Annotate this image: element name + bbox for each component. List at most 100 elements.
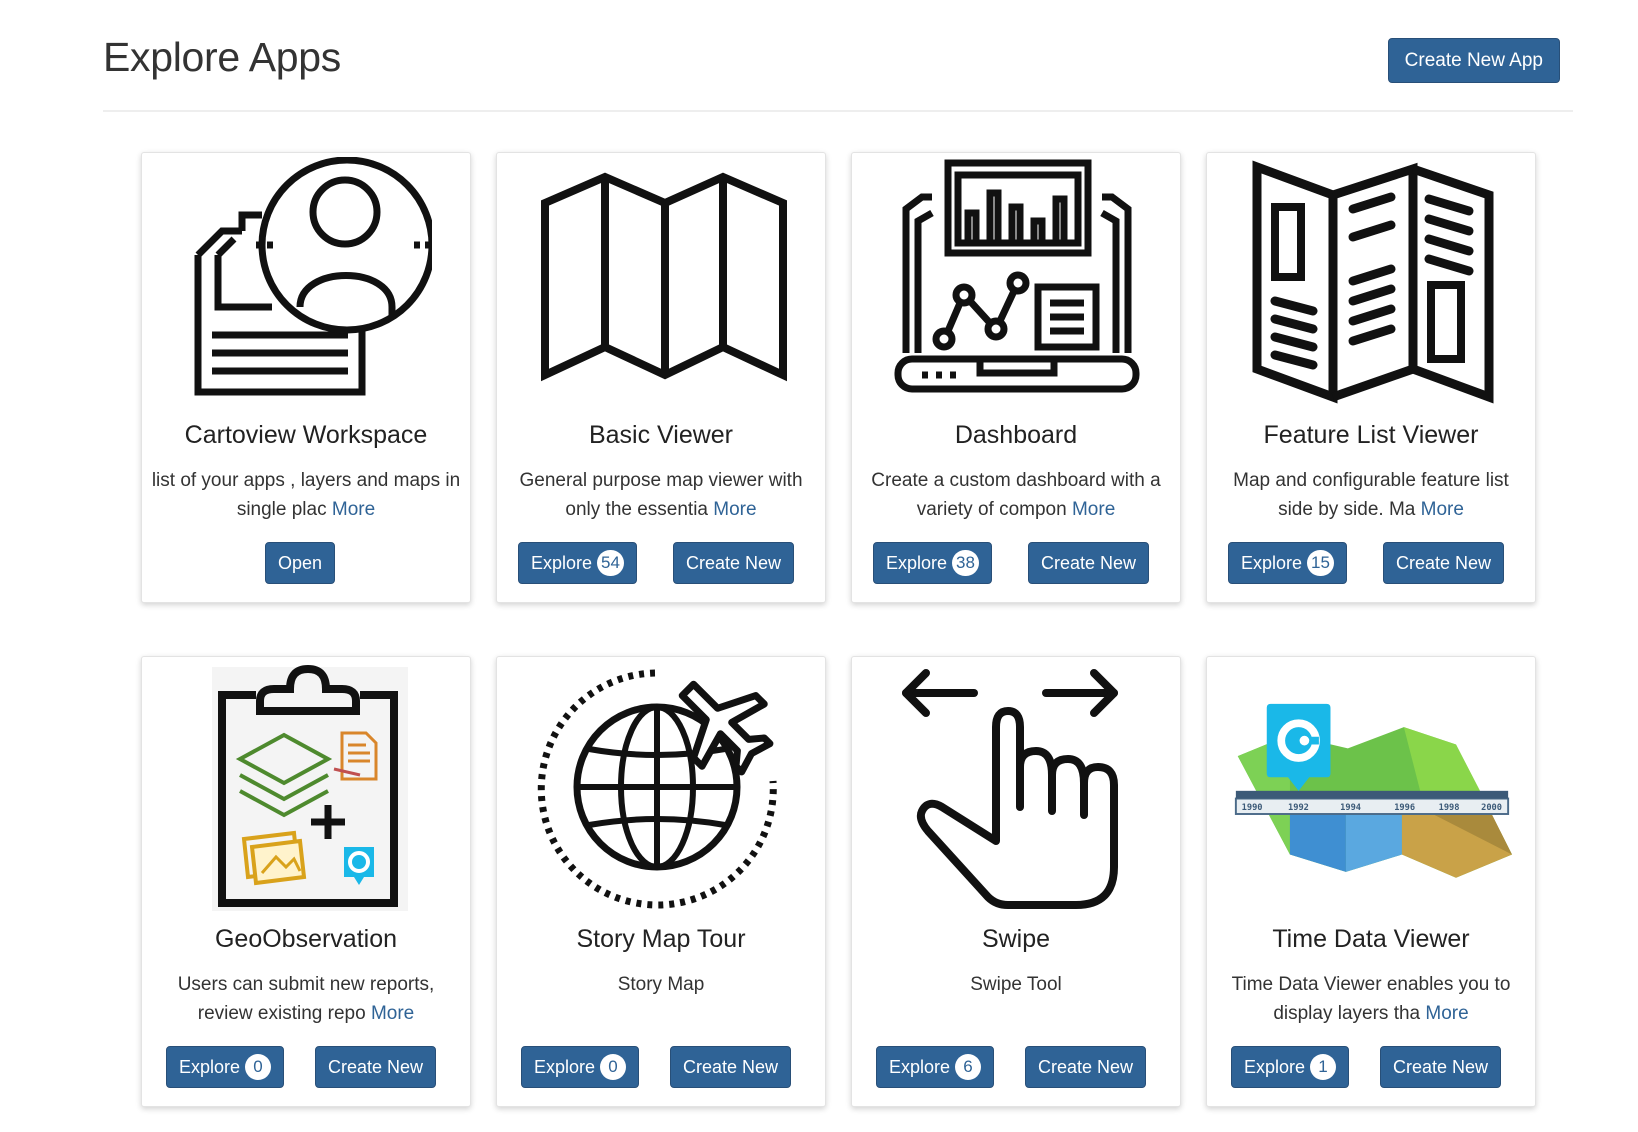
more-link[interactable]: More	[1072, 499, 1115, 520]
more-link[interactable]: More	[332, 499, 375, 520]
clipboard-observation-icon	[167, 661, 447, 911]
brochure-list-icon	[1232, 157, 1512, 407]
card-actions: Explore 38 Create New	[852, 542, 1180, 584]
app-description: Create a custom dashboard with a variety…	[860, 466, 1172, 524]
explore-button-label: Explore	[889, 1057, 951, 1077]
app-description: Map and configurable feature list side b…	[1215, 466, 1527, 524]
card-actions: Explore 15 Create New	[1207, 542, 1535, 584]
card-actions: Explore 6 Create New	[852, 1046, 1180, 1088]
create-new-button[interactable]: Create New	[1028, 542, 1150, 584]
app-description: Story Map	[505, 970, 817, 999]
explore-count-badge: 38	[952, 550, 979, 576]
create-new-button-label: Create New	[686, 553, 782, 573]
time-map-icon: 1990 1992 1994 1996 1998 2000	[1232, 661, 1512, 911]
app-title: Feature List Viewer	[1263, 421, 1479, 449]
app-description-text: General purpose map viewer with only the…	[519, 470, 803, 520]
timeline-year: 1990	[1242, 803, 1263, 813]
explore-button[interactable]: Explore 0	[521, 1046, 640, 1088]
create-new-button[interactable]: Create New	[1383, 542, 1505, 584]
create-new-button-label: Create New	[1396, 553, 1492, 573]
app-title: Dashboard	[954, 421, 1078, 449]
create-new-button-label: Create New	[328, 1057, 424, 1077]
app-card-dashboard: Dashboard Create a custom dashboard with…	[851, 152, 1181, 603]
explore-button[interactable]: Explore 54	[518, 542, 637, 584]
timeline-year: 2000	[1481, 803, 1502, 813]
explore-count-badge: 54	[597, 550, 624, 576]
explore-button[interactable]: Explore 38	[873, 542, 992, 584]
app-description-text: Story Map	[617, 974, 705, 995]
page-title: Explore Apps	[103, 34, 341, 80]
create-new-button-label: Create New	[1041, 553, 1137, 573]
app-description-text: list of your apps , layers and maps in s…	[151, 470, 461, 520]
app-card-basic-viewer: Basic Viewer General purpose map viewer …	[496, 152, 826, 603]
open-button[interactable]: Open	[265, 542, 336, 584]
create-new-app-button[interactable]: Create New App	[1387, 38, 1560, 83]
app-title: Time Data Viewer	[1272, 925, 1470, 953]
explore-count-badge: 15	[1307, 550, 1334, 576]
card-actions: Explore 0 Create New	[142, 1046, 470, 1088]
app-description: General purpose map viewer with only the…	[505, 466, 817, 524]
open-button-label: Open	[278, 553, 323, 573]
explore-button-label: Explore	[531, 553, 593, 573]
create-new-button-label: Create New	[1393, 1057, 1489, 1077]
explore-button[interactable]: Explore 0	[166, 1046, 285, 1088]
more-link[interactable]: More	[1421, 499, 1464, 520]
app-grid: Cartoview Workspace list of your apps , …	[141, 152, 1536, 1107]
more-link[interactable]: More	[1425, 1003, 1468, 1024]
timeline-year: 1994	[1340, 803, 1361, 813]
explore-button[interactable]: Explore 6	[876, 1046, 995, 1088]
swipe-hand-icon	[877, 661, 1157, 911]
card-actions: Explore 54 Create New	[497, 542, 825, 584]
create-new-button[interactable]: Create New	[670, 1046, 792, 1088]
card-actions: Explore 0 Create New	[497, 1046, 825, 1088]
app-description: Time Data Viewer enables you to display …	[1215, 970, 1527, 1028]
timeline-year: 1998	[1439, 803, 1460, 813]
timeline-year: 1996	[1394, 803, 1415, 813]
create-new-button[interactable]: Create New	[673, 542, 795, 584]
app-title: Swipe	[981, 925, 1051, 953]
folded-map-icon	[522, 157, 802, 407]
explore-apps-page: Explore Apps Create New App Cartoview Wo…	[0, 0, 1638, 1132]
create-new-button[interactable]: Create New	[1025, 1046, 1147, 1088]
app-description-text: Swipe Tool	[970, 974, 1062, 995]
create-new-button-label: Create New	[1038, 1057, 1134, 1077]
workspace-icon	[167, 157, 447, 407]
app-card-swipe: Swipe Swipe Tool Explore 6 Create New	[851, 656, 1181, 1107]
app-title: Story Map Tour	[576, 925, 746, 953]
globe-airplane-icon	[522, 661, 802, 911]
explore-button[interactable]: Explore 1	[1231, 1046, 1350, 1088]
app-card-geoobservation: GeoObservation Users can submit new repo…	[141, 656, 471, 1107]
app-description: Swipe Tool	[860, 970, 1172, 999]
explore-button-label: Explore	[179, 1057, 241, 1077]
create-new-button[interactable]: Create New	[315, 1046, 437, 1088]
card-actions: Open	[142, 542, 470, 584]
explore-count-badge: 6	[955, 1054, 982, 1080]
explore-count-badge: 0	[600, 1054, 627, 1080]
app-description-text: Create a custom dashboard with a variety…	[871, 470, 1161, 520]
app-description-text: Map and configurable feature list side b…	[1233, 470, 1509, 520]
app-title: Basic Viewer	[588, 421, 734, 449]
explore-button-label: Explore	[1241, 553, 1303, 573]
explore-button[interactable]: Explore 15	[1228, 542, 1347, 584]
app-title: GeoObservation	[214, 925, 398, 953]
app-description: Users can submit new reports, review exi…	[150, 970, 462, 1028]
app-card-cartoview-workspace: Cartoview Workspace list of your apps , …	[141, 152, 471, 603]
more-link[interactable]: More	[713, 499, 756, 520]
app-card-feature-list-viewer: Feature List Viewer Map and configurable…	[1206, 152, 1536, 603]
app-card-time-data-viewer: 1990 1992 1994 1996 1998 2000 Time Data …	[1206, 656, 1536, 1107]
explore-button-label: Explore	[886, 553, 948, 573]
page-header: Explore Apps Create New App	[103, 30, 1573, 112]
card-actions: Explore 1 Create New	[1207, 1046, 1535, 1088]
timeline-year: 1992	[1288, 803, 1309, 813]
app-card-story-map-tour: Story Map Tour Story Map Explore 0 Creat…	[496, 656, 826, 1107]
app-title: Cartoview Workspace	[184, 421, 428, 449]
create-new-button-label: Create New	[683, 1057, 779, 1077]
explore-count-badge: 0	[245, 1054, 272, 1080]
more-link[interactable]: More	[371, 1003, 414, 1024]
explore-button-label: Explore	[534, 1057, 596, 1077]
explore-button-label: Explore	[1244, 1057, 1306, 1077]
create-new-button[interactable]: Create New	[1380, 1046, 1502, 1088]
explore-count-badge: 1	[1310, 1054, 1337, 1080]
app-description: list of your apps , layers and maps in s…	[150, 466, 462, 524]
dashboard-icon	[877, 157, 1157, 407]
